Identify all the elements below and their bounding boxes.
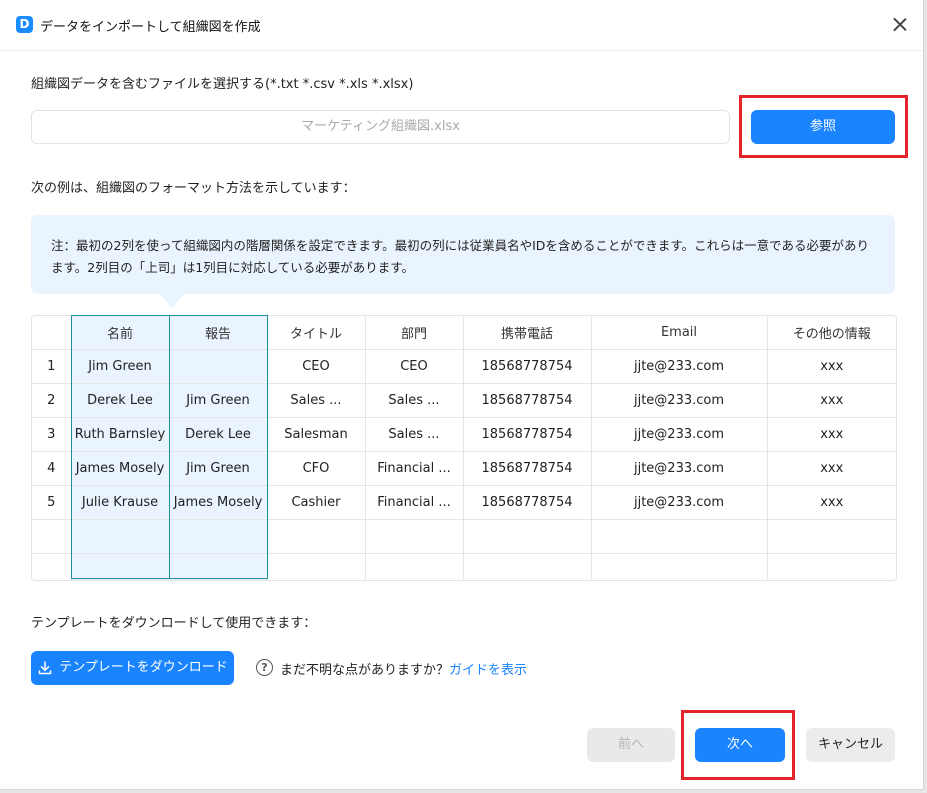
cell-index	[32, 519, 72, 554]
cell-email: jjte@233.com	[591, 383, 768, 418]
cell-name	[71, 553, 170, 580]
header-title: タイトル	[267, 316, 366, 350]
table-row: 1 Jim Green CEO CEO 18568778754 jjte@233…	[32, 349, 896, 384]
cell-report	[169, 519, 268, 554]
cell-other-info: xxx	[767, 383, 896, 418]
cell-mobile: 18568778754	[463, 383, 592, 418]
table-row: 3 Ruth Barnsley Derek Lee Salesman Sales…	[32, 417, 896, 452]
next-highlight-box	[681, 710, 795, 780]
cell-name: Jim Green	[71, 349, 170, 384]
cell-index: 5	[32, 485, 72, 520]
help-text: まだ不明な点がありますか？ガイドを表示	[280, 659, 527, 678]
cell-title: Salesman	[267, 417, 366, 452]
table-row: 4 James Mosely Jim Green CFO Financial .…	[32, 451, 896, 486]
cell-email: jjte@233.com	[591, 485, 768, 520]
header-report: 報告	[169, 316, 268, 350]
header-email: Email	[591, 316, 768, 350]
cell-department: CEO	[365, 349, 464, 384]
cell-title	[267, 553, 366, 580]
cell-report: Jim Green	[169, 383, 268, 418]
header-other-info: その他の情報	[767, 316, 896, 350]
cell-email: jjte@233.com	[591, 349, 768, 384]
cell-mobile: 18568778754	[463, 451, 592, 486]
cell-other-info	[767, 519, 896, 554]
note-text: 注：最初の2列を使って組織図内の階層関係を設定できます。最初の列には従業員名やI…	[51, 238, 870, 275]
guide-link[interactable]: ガイドを表示	[449, 663, 527, 678]
note-box: 注：最初の2列を使って組織図内の階層関係を設定できます。最初の列には従業員名やI…	[31, 215, 895, 294]
cell-name: Julie Krause	[71, 485, 170, 520]
file-path-input[interactable]: マーケティング組織図.xlsx	[31, 110, 730, 144]
import-dialog: D データをインポートして組織図を作成 組織図データを含むファイルを選択する(*…	[0, 0, 924, 790]
template-label: テンプレートをダウンロードして使用できます：	[31, 616, 317, 631]
download-icon	[38, 661, 52, 675]
cell-index	[32, 553, 72, 580]
table-header-row: 名前 報告 タイトル 部門 携帯電話 Email その他の情報	[32, 316, 896, 350]
cell-name: Ruth Barnsley	[71, 417, 170, 452]
help-question: まだ不明な点がありますか？	[280, 663, 450, 678]
cell-name: James Mosely	[71, 451, 170, 486]
cell-department: Sales ...	[365, 417, 464, 452]
cell-report: Jim Green	[169, 451, 268, 486]
title-bar: D データをインポートして組織図を作成	[0, 0, 923, 51]
cell-other-info	[767, 553, 896, 580]
help-icon: ?	[256, 659, 273, 676]
cell-other-info: xxx	[767, 485, 896, 520]
cell-other-info: xxx	[767, 349, 896, 384]
header-mobile: 携帯電話	[463, 316, 592, 350]
cell-department	[365, 553, 464, 580]
note-pointer	[160, 294, 184, 308]
file-select-label: 組織図データを含むファイルを選択する(*.txt *.csv *.xls *.x…	[31, 77, 414, 92]
cell-report	[169, 553, 268, 580]
cell-mobile	[463, 519, 592, 554]
cell-mobile	[463, 553, 592, 580]
cell-report: James Mosely	[169, 485, 268, 520]
cell-name: Derek Lee	[71, 383, 170, 418]
cell-report	[169, 349, 268, 384]
cell-title	[267, 519, 366, 554]
cell-email	[591, 553, 768, 580]
example-label: 次の例は、組織図のフォーマット方法を示しています：	[31, 181, 356, 196]
dialog-title: データをインポートして組織図を作成	[40, 20, 261, 35]
cell-mobile: 18568778754	[463, 485, 592, 520]
cell-index: 4	[32, 451, 72, 486]
cell-mobile: 18568778754	[463, 417, 592, 452]
cell-report: Derek Lee	[169, 417, 268, 452]
table-row-empty	[32, 553, 896, 580]
prev-button[interactable]: 前へ	[587, 728, 675, 762]
cell-index: 2	[32, 383, 72, 418]
cell-department: Financial ...	[365, 451, 464, 486]
app-logo-icon: D	[16, 16, 33, 33]
cancel-button[interactable]: キャンセル	[806, 728, 895, 762]
cell-index: 3	[32, 417, 72, 452]
header-name: 名前	[71, 316, 170, 350]
example-table: 名前 報告 タイトル 部門 携帯電話 Email その他の情報 1 Jim Gr…	[31, 315, 897, 581]
download-template-label: テンプレートをダウンロード	[59, 660, 228, 675]
cell-department: Sales ...	[365, 383, 464, 418]
header-department: 部門	[365, 316, 464, 350]
cell-mobile: 18568778754	[463, 349, 592, 384]
cell-department	[365, 519, 464, 554]
close-icon[interactable]	[890, 15, 910, 35]
table-row: 5 Julie Krause James Mosely Cashier Fina…	[32, 485, 896, 520]
cell-title: Cashier	[267, 485, 366, 520]
cell-other-info: xxx	[767, 451, 896, 486]
cell-email	[591, 519, 768, 554]
download-template-button[interactable]: テンプレートをダウンロード	[31, 651, 234, 685]
cell-title: CEO	[267, 349, 366, 384]
cell-name	[71, 519, 170, 554]
cell-title: Sales ...	[267, 383, 366, 418]
cell-email: jjte@233.com	[591, 417, 768, 452]
table-row: 2 Derek Lee Jim Green Sales ... Sales ..…	[32, 383, 896, 418]
table-row-empty	[32, 519, 896, 554]
header-index	[32, 316, 72, 350]
cell-department: Financial ...	[365, 485, 464, 520]
cell-other-info: xxx	[767, 417, 896, 452]
browse-highlight-box	[739, 95, 908, 158]
cell-title: CFO	[267, 451, 366, 486]
cell-email: jjte@233.com	[591, 451, 768, 486]
cell-index: 1	[32, 349, 72, 384]
